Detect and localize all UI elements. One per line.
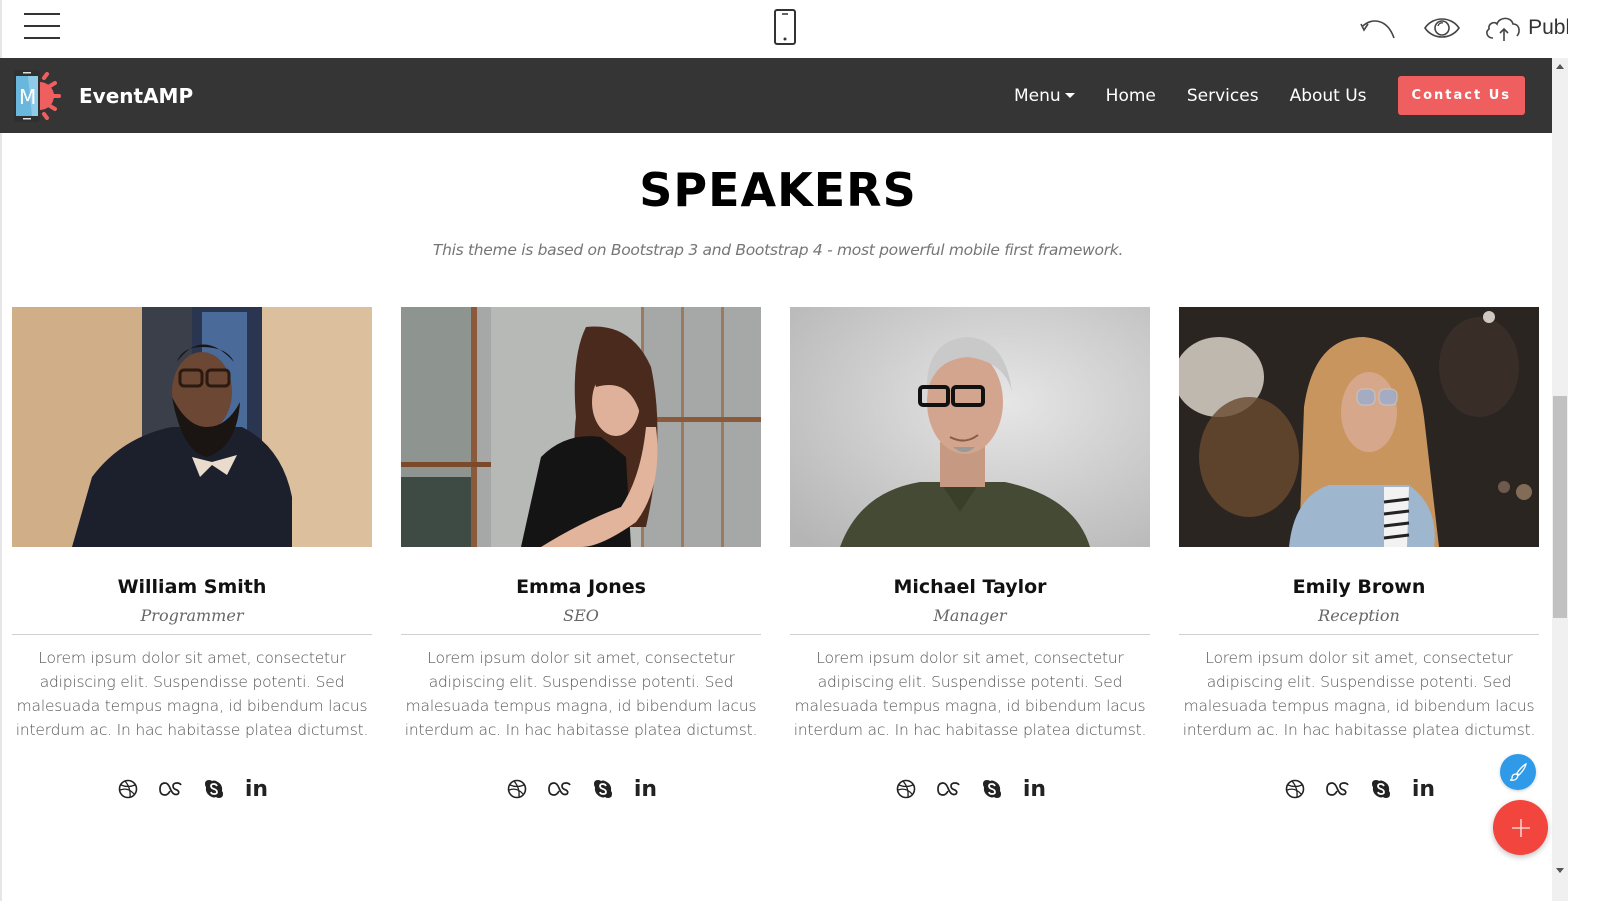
linkedin-text: in (1411, 776, 1436, 802)
speaker-role: Reception (1318, 606, 1400, 625)
speaker-photo (790, 307, 1150, 547)
mobile-phone-icon[interactable] (773, 8, 797, 46)
undo-icon[interactable] (1358, 10, 1398, 46)
social-links: in (401, 776, 761, 802)
speaker-role: Manager (933, 606, 1007, 625)
edit-style-button[interactable] (1500, 754, 1536, 790)
speaker-name: Emma Jones (516, 576, 646, 598)
brand-logo-icon: M (14, 70, 61, 122)
linkedin-text: in (633, 776, 658, 802)
speaker-photo (1179, 307, 1539, 547)
brand-name: EventAMP (79, 84, 194, 108)
linkedin-text: in (244, 776, 269, 802)
cloud-upload-icon (1486, 17, 1520, 41)
section-title: SPEAKERS (639, 163, 917, 217)
speaker-photo (12, 307, 372, 547)
linkedin-text: in (1022, 776, 1047, 802)
caret-down-icon (1064, 93, 1075, 98)
paint-brush-icon (1509, 762, 1527, 781)
nav-menu-label: Menu (1013, 85, 1061, 106)
social-links: in (790, 776, 1150, 802)
speaker-bio: Lorem ipsum dolor sit amet, consectetur … (1182, 649, 1536, 739)
add-block-button[interactable] (1493, 800, 1548, 855)
speaker-name: Emily Brown (1292, 576, 1426, 598)
nav-about-us[interactable]: About Us (1290, 86, 1367, 106)
dribbble-icon[interactable] (1273, 776, 1316, 802)
speaker-name: Michael Taylor (893, 576, 1047, 598)
social-links: in (1179, 776, 1539, 802)
scroll-thumb[interactable] (1553, 396, 1567, 618)
nav-services[interactable]: Services (1187, 86, 1259, 106)
divider (1179, 634, 1539, 635)
speaker-bio: Lorem ipsum dolor sit amet, consectetur … (15, 649, 369, 739)
divider (12, 634, 372, 635)
speaker-card: Emily Brown Reception Lorem ipsum dolor … (1179, 307, 1539, 802)
speaker-card: Emma Jones SEO Lorem ipsum dolor sit ame… (401, 307, 761, 802)
dribbble-icon[interactable] (106, 776, 149, 802)
scroll-down-arrow-icon[interactable] (1556, 868, 1564, 873)
nav-menu-dropdown[interactable]: Menu (1014, 86, 1075, 106)
builder-toolbar: Publish (0, 0, 1617, 58)
contact-us-button[interactable]: Contact Us (1397, 76, 1525, 115)
speakers-section: SPEAKERS This theme is based on Bootstra… (0, 133, 1552, 901)
linkedin-icon[interactable]: in (235, 776, 278, 802)
nav-links: Menu Home Services About Us Contact Us (1014, 76, 1525, 115)
lastfm-icon[interactable] (1316, 776, 1359, 802)
dribbble-icon[interactable] (884, 776, 927, 802)
section-subtitle: This theme is based on Bootstrap 3 and B… (432, 241, 1124, 259)
skype-icon[interactable] (970, 776, 1013, 802)
site-navbar: M EventAMP Menu Home Services About Us C… (0, 58, 1552, 133)
linkedin-icon[interactable]: in (1013, 776, 1056, 802)
divider (401, 634, 761, 635)
dribbble-icon[interactable] (495, 776, 538, 802)
plus-icon (1511, 818, 1530, 837)
lastfm-icon[interactable] (149, 776, 192, 802)
hamburger-icon[interactable] (24, 13, 60, 39)
speaker-name: William Smith (117, 576, 267, 598)
eye-icon[interactable] (1422, 10, 1462, 46)
skype-icon[interactable] (192, 776, 235, 802)
linkedin-icon[interactable]: in (624, 776, 667, 802)
social-links: in (12, 776, 372, 802)
svg-text:M: M (19, 85, 36, 109)
vertical-scrollbar[interactable] (1552, 58, 1568, 901)
speaker-card: William Smith Programmer Lorem ipsum dol… (12, 307, 372, 802)
speaker-bio: Lorem ipsum dolor sit amet, consectetur … (404, 649, 758, 739)
nav-home[interactable]: Home (1106, 86, 1156, 106)
right-gutter (1568, 0, 1617, 901)
speaker-card: Michael Taylor Manager Lorem ipsum dolor… (790, 307, 1150, 802)
lastfm-icon[interactable] (927, 776, 970, 802)
skype-icon[interactable] (1359, 776, 1402, 802)
speaker-role: Programmer (140, 606, 244, 625)
linkedin-icon[interactable]: in (1402, 776, 1445, 802)
brand[interactable]: M EventAMP (12, 68, 193, 124)
toolbar-actions: Publish (1334, 10, 1597, 46)
lastfm-icon[interactable] (538, 776, 581, 802)
scroll-up-arrow-icon[interactable] (1556, 64, 1564, 69)
skype-icon[interactable] (581, 776, 624, 802)
speaker-photo (401, 307, 761, 547)
speaker-role: SEO (563, 606, 599, 625)
divider (790, 634, 1150, 635)
speaker-bio: Lorem ipsum dolor sit amet, consectetur … (793, 649, 1147, 739)
